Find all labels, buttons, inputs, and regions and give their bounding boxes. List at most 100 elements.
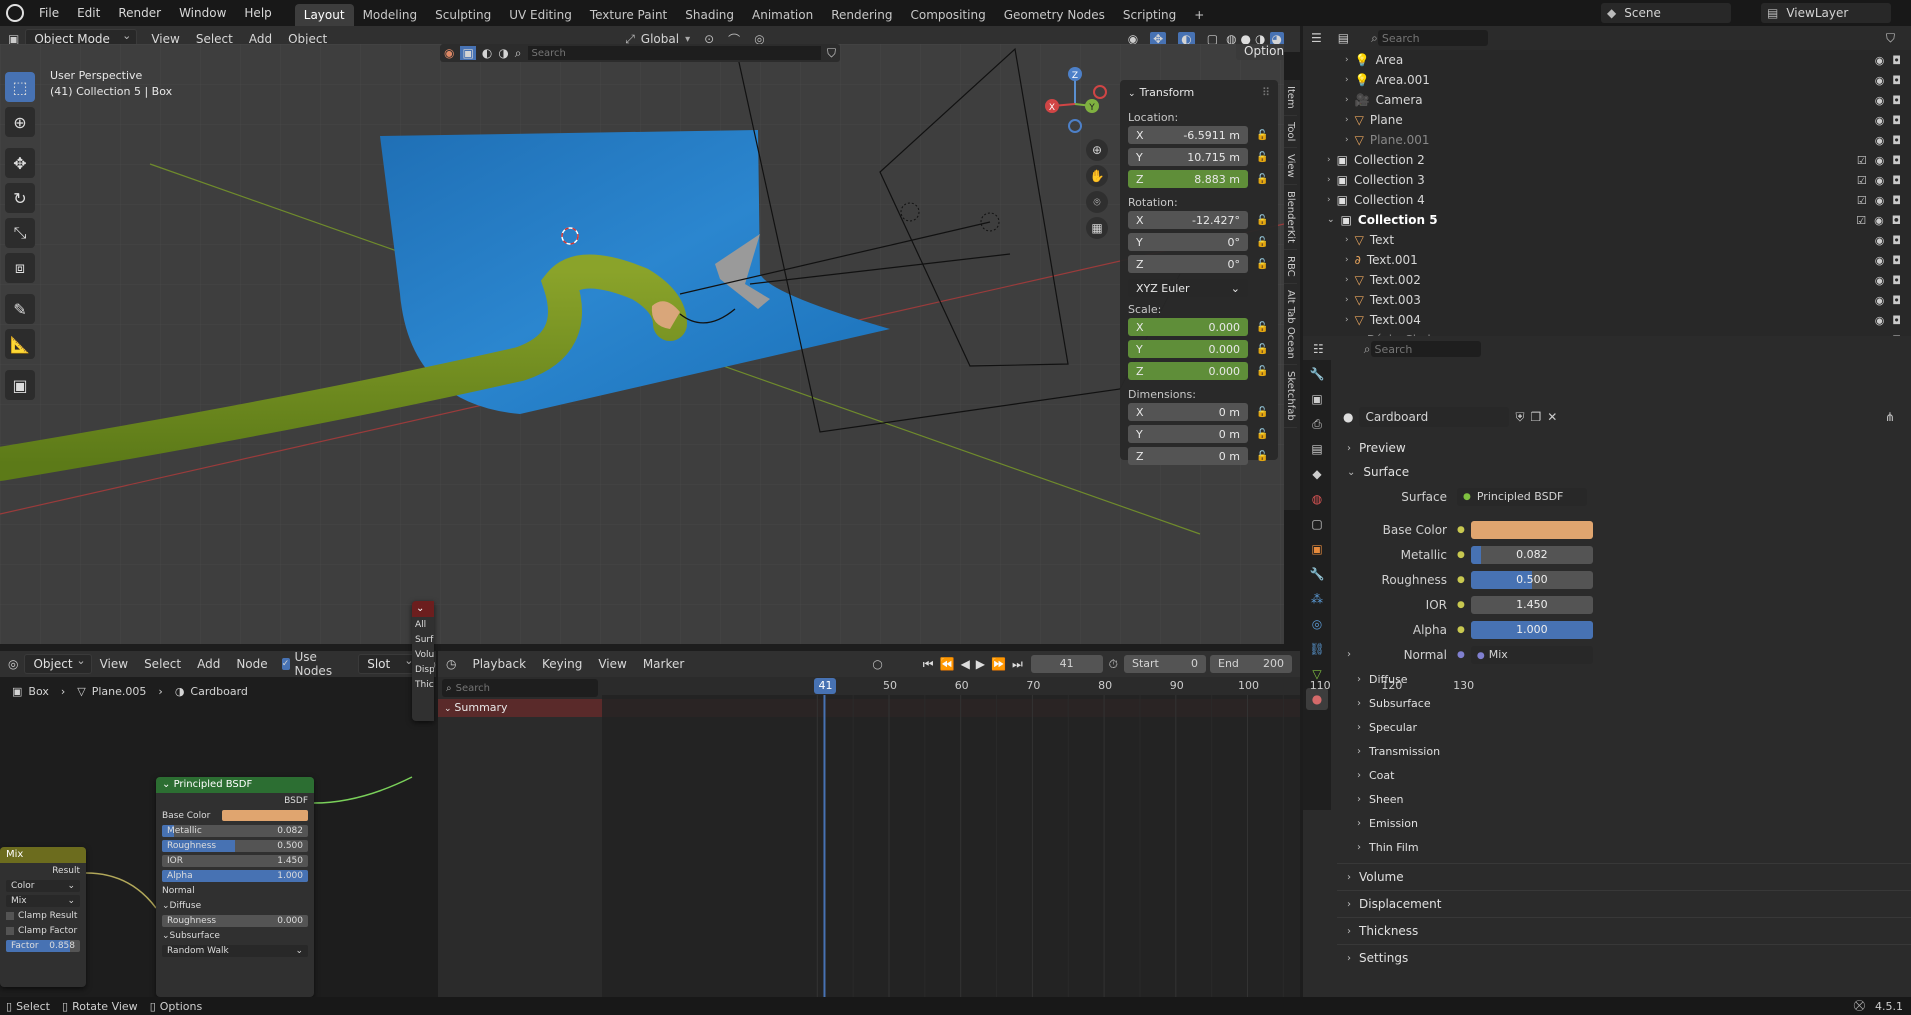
current-frame-field[interactable]: 41 [1030,655,1103,673]
socket-icon[interactable]: ● [1457,525,1465,535]
lock-icon[interactable]: 🔓 [1256,344,1270,355]
gizmo-z[interactable]: Z [1072,71,1078,81]
socket-icon[interactable]: ● [1457,575,1465,585]
scale-tool-icon[interactable]: ⤡ [5,218,35,248]
eye-icon[interactable]: ◉ [1875,134,1885,147]
lock-icon[interactable]: 🔓 [1256,174,1270,185]
object-icon[interactable]: ▣ [1306,538,1328,560]
scene-selector[interactable]: ◆ Scene [1601,3,1731,23]
filter-icon[interactable]: ⛉ [827,46,836,61]
bsdf-diffuse-roughness[interactable]: Roughness 0.000 [156,913,314,928]
chevron-right-icon[interactable]: › [1345,275,1349,285]
blender-logo-icon[interactable] [6,4,24,22]
object-type-dropdown[interactable]: Object [24,652,92,674]
add-workspace-button[interactable]: + [1185,4,1213,26]
bsdf-input-roughness[interactable]: Roughness 0.500 [156,838,314,853]
sidebar-tab-tool[interactable]: Tool [1284,116,1297,149]
ortho-grid-icon[interactable]: ▦ [1086,217,1108,239]
section-thickness[interactable]: › Thickness [1337,917,1911,944]
modifier-icon[interactable]: 🔧 [1306,563,1328,585]
node-menu-view[interactable]: View [92,657,136,671]
mix-node[interactable]: Mix Result Color ⌄ Mix ⌄ Clamp Result Clam… [0,847,86,987]
chevron-right-icon[interactable]: › [1345,75,1349,85]
add-cube-tool-icon[interactable]: ▣ [5,370,35,400]
chevron-right-icon[interactable]: › [1345,255,1349,265]
bsdf-node-header[interactable]: ⌄ Principled BSDF [156,777,314,793]
annotate-tool-icon[interactable]: ✎ [5,294,35,324]
zoom-icon[interactable]: ⊕ [1086,139,1108,161]
exclude-checkbox-icon[interactable]: ☑ [1857,194,1867,207]
node-menu-select[interactable]: Select [136,657,189,671]
eye-icon[interactable]: ◉ [1875,94,1885,107]
render-camera-icon[interactable]: ◘ [1892,314,1901,327]
viewport-search-input[interactable] [527,46,821,60]
sidebar-tab-sketchfab[interactable]: Sketchfab [1284,365,1297,429]
rotation-y-field[interactable]: Y 0° [1128,233,1248,251]
render-camera-icon[interactable]: ◘ [1892,114,1901,127]
mix-blend-select[interactable]: Mix ⌄ [0,893,86,908]
fake-user-icon[interactable]: ⛨ [1515,410,1524,425]
eye-icon[interactable]: ◉ [1875,194,1885,207]
input-slider[interactable]: 0.082 [1470,545,1593,564]
tab-layout[interactable]: Layout [294,4,354,26]
mix-type-select[interactable]: Color ⌄ [0,878,86,893]
render-camera-icon[interactable]: ◘ [1892,254,1901,267]
view-layer-icon[interactable]: ▤ [1306,438,1328,460]
start-frame-field[interactable]: Start 0 [1124,655,1206,673]
rotation-mode-dropdown[interactable]: XYZ Euler ⌄ [1128,279,1248,297]
tab-scripting[interactable]: Scripting [1114,4,1185,26]
tab-compositing[interactable]: Compositing [901,4,994,26]
bsdf-diffuse-row[interactable]: ⌄ Diffuse [156,898,314,913]
render-icon[interactable]: ▣ [1306,388,1328,410]
bsdf-subsurface-row[interactable]: ⌄ Subsurface [156,928,314,943]
input-slider[interactable]: 1.000 [1470,620,1593,639]
filter-icon[interactable]: ⛉ [1886,31,1895,46]
render-camera-icon[interactable]: ◘ [1892,134,1901,147]
tab-animation[interactable]: Animation [743,4,822,26]
bsdf-slider[interactable]: IOR 1.450 [162,854,308,867]
next-keyframe-icon[interactable]: ⏩ [991,657,1006,671]
lock-icon[interactable]: 🔓 [1256,366,1270,377]
tab-rendering[interactable]: Rendering [822,4,901,26]
node-tree-icon[interactable]: ⋔ [1885,410,1895,424]
tab-sculpting[interactable]: Sculpting [426,4,500,26]
tab-shading[interactable]: Shading [676,4,743,26]
eye-icon[interactable]: ◉ [1875,294,1885,307]
render-camera-icon[interactable]: ◘ [1892,194,1901,207]
gizmo-x[interactable]: X [1049,103,1055,113]
lock-icon[interactable]: 🔓 [1256,215,1270,226]
cursor-tool-icon[interactable]: ⊕ [5,107,35,137]
navigation-gizmo[interactable]: Z X Y [1040,64,1110,134]
chevron-right-icon[interactable]: › [1345,115,1349,125]
dimensions-y-field[interactable]: Y 0 m [1128,425,1248,443]
output-all[interactable]: All [412,617,434,632]
outliner-row[interactable]: › 💡 Area ◉ ◘ [1303,50,1911,70]
render-camera-icon[interactable]: ◘ [1892,274,1901,287]
outliner-row[interactable]: › ▽ Text.002 ◉ ◘ [1303,270,1911,290]
render-camera-icon[interactable]: ◘ [1892,214,1901,227]
socket-icon[interactable]: ● [1457,625,1465,635]
exclude-checkbox-icon[interactable]: ☑ [1857,154,1867,167]
eye-icon[interactable]: ◉ [1875,274,1885,287]
timeline-ruler[interactable]: 41 50 60 70 80 90 100 110 120 130 [602,677,1474,695]
outliner-row[interactable]: › ▽ Text ◉ ◘ [1303,230,1911,250]
output-icon[interactable]: ⎙ [1306,413,1328,435]
outliner-row[interactable]: ⌄ ▣ Collection 5 ☑ ◉ ◘ [1303,210,1911,230]
chevron-right-icon[interactable]: › [1345,315,1349,325]
close-icon[interactable]: ✕ [1547,410,1557,424]
outliner-row[interactable]: › ∂ Text.001 ◉ ◘ [1303,250,1911,270]
viewlayer-selector[interactable]: ▤ ViewLayer [1761,3,1891,23]
exclude-checkbox-icon[interactable]: ☑ [1856,214,1866,227]
drag-handle-icon[interactable]: ⠿ [1262,86,1270,99]
base-color-swatch[interactable] [1470,520,1593,539]
lock-icon[interactable]: 🔓 [1256,451,1270,462]
bsdf-input-metallic[interactable]: Metallic 0.082 [156,823,314,838]
physics-icon[interactable]: ◎ [1306,613,1328,635]
bsdf-random-walk[interactable]: Random Walk ⌄ [156,943,314,958]
eye-icon[interactable]: ◉ [1875,54,1885,67]
filter-mesh-icon[interactable]: ▣ [460,46,476,60]
eye-icon[interactable]: ◉ [1875,314,1885,327]
lock-icon[interactable]: 🔓 [1256,407,1270,418]
menu-help[interactable]: Help [235,0,280,26]
input-slider[interactable]: 1.450 [1470,595,1593,614]
